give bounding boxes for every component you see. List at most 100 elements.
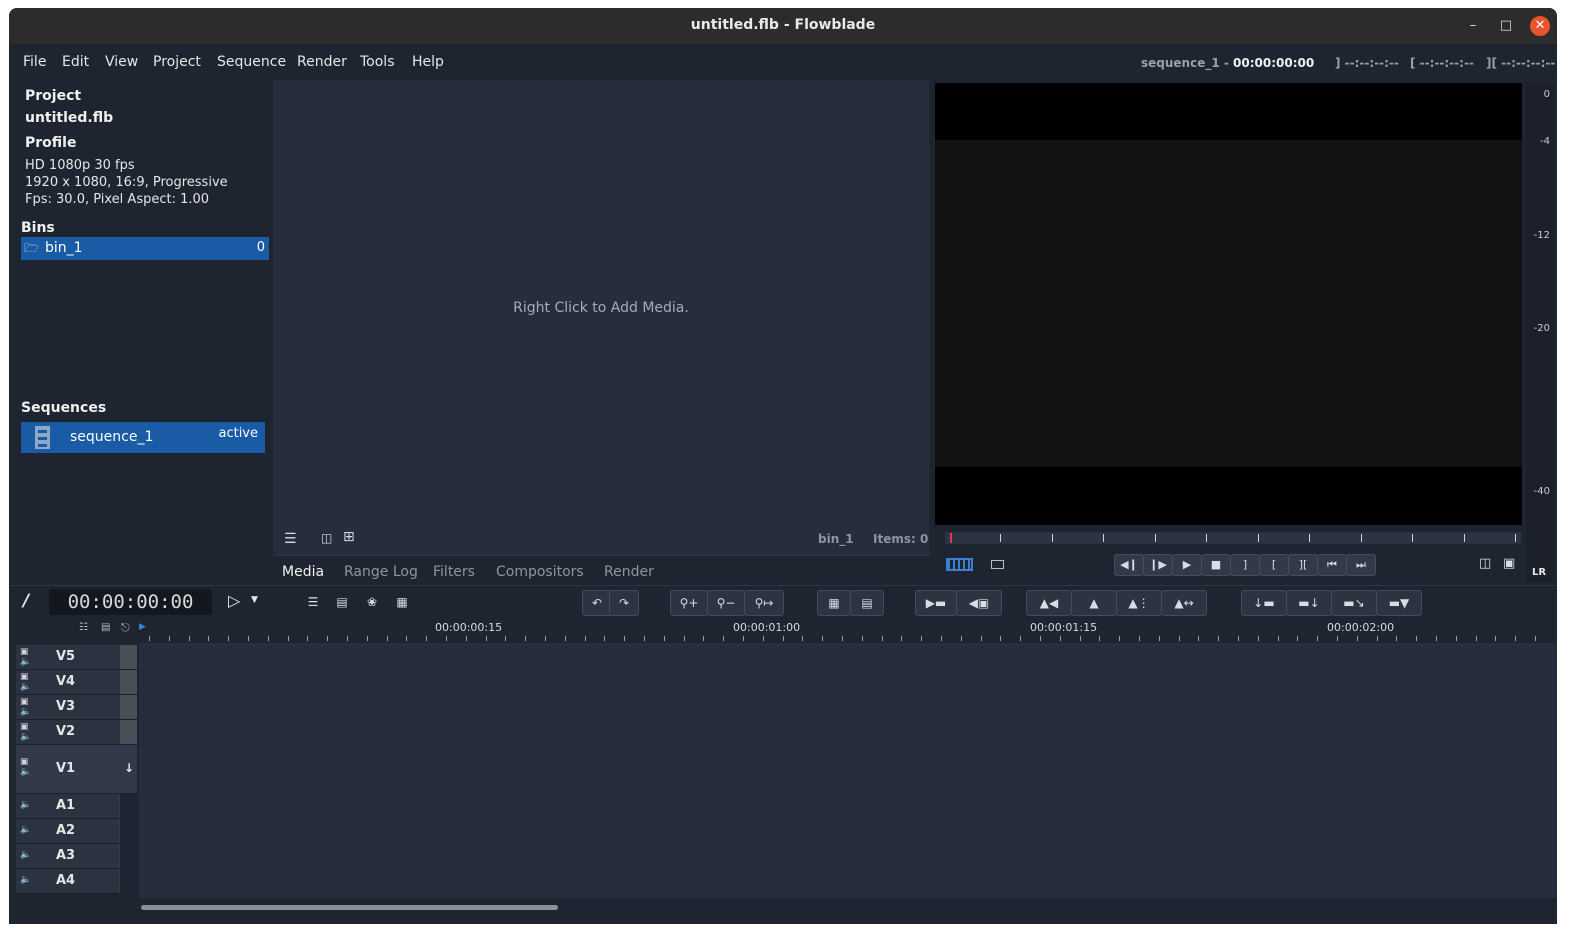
insert-icon[interactable]: ▲: [1071, 590, 1117, 616]
collapse-tracks-icon[interactable]: ▤: [101, 622, 110, 633]
clip-in-icon[interactable]: ↓▬: [1241, 590, 1287, 616]
step-back-icon[interactable]: ◀❙: [1114, 554, 1144, 576]
monitor-zoom-icon[interactable]: ▣: [1503, 556, 1515, 571]
menu-sequence[interactable]: Sequence: [217, 54, 286, 70]
track-lock[interactable]: [120, 645, 137, 669]
grid-view-icon[interactable]: ⊞: [343, 529, 355, 545]
go-to-start-icon[interactable]: ⏮: [1317, 554, 1347, 576]
layout-toggle-icon[interactable]: ◫: [1479, 556, 1491, 571]
expand-tracks-icon[interactable]: ☷: [79, 622, 88, 633]
mark-in-icon[interactable]: [: [1259, 554, 1289, 576]
ruler-playhead-icon[interactable]: ▶: [139, 622, 146, 632]
tab-compositors[interactable]: Compositors: [496, 564, 584, 580]
track-v4[interactable]: ▣ 🔈 V4: [16, 670, 137, 695]
lift-icon[interactable]: ▶▬: [915, 590, 957, 616]
track-a4[interactable]: 🔈 A4: [16, 869, 137, 894]
track-visibility-icon[interactable]: ▣ 🔈: [20, 647, 31, 667]
track-visibility-icon[interactable]: ▣ 🔈: [20, 757, 31, 777]
timeline-scrollbar[interactable]: [139, 898, 1557, 924]
lock-icon[interactable]: ⎋: [121, 621, 130, 635]
edit-mode-icon[interactable]: /: [23, 591, 29, 611]
clear-marks-icon[interactable]: ][: [1288, 554, 1318, 576]
bin-row[interactable]: 🗁 bin_1 0: [21, 237, 269, 260]
menu-view[interactable]: View: [105, 54, 138, 70]
media-panel[interactable]: Right Click to Add Media. ☰ ◫ ⊞ bin_1 It…: [273, 80, 929, 555]
play-icon[interactable]: ▶: [1172, 554, 1202, 576]
mark-out-icon[interactable]: ]: [1230, 554, 1260, 576]
track-visibility-icon[interactable]: ▣ 🔈: [20, 722, 31, 742]
overwrite-icon[interactable]: ▲⋮: [1116, 590, 1162, 616]
clip-monitor-icon[interactable]: [991, 560, 1004, 569]
effects-icon[interactable]: ❀: [360, 590, 384, 614]
maximize-button[interactable]: □: [1496, 16, 1516, 36]
monitor-scrubber[interactable]: [945, 532, 1521, 544]
sequence-row[interactable]: sequence_1 active: [21, 422, 265, 453]
speaker-icon[interactable]: 🔈: [20, 800, 31, 810]
clip-out-icon[interactable]: ▬↓: [1286, 590, 1332, 616]
track-lock[interactable]: [119, 819, 137, 843]
video-monitor[interactable]: [935, 83, 1522, 525]
timeline-monitor-icon[interactable]: [946, 558, 973, 571]
timeline-tracks-area[interactable]: [139, 643, 1557, 898]
tab-range-log[interactable]: Range Log: [344, 564, 418, 580]
menu-project[interactable]: Project: [153, 54, 201, 70]
hamburger-menu-icon[interactable]: ☰: [284, 531, 297, 547]
menu-help[interactable]: Help: [412, 54, 444, 70]
arrow-down-icon[interactable]: ↓: [124, 761, 134, 775]
columns-view-icon[interactable]: ◫: [321, 531, 332, 545]
append-icon[interactable]: ▲◀: [1026, 590, 1072, 616]
track-a2[interactable]: 🔈 A2: [16, 819, 137, 844]
timeline-timecode[interactable]: 00:00:00:00: [49, 589, 212, 615]
markers-icon[interactable]: ▦: [390, 590, 414, 614]
title-tool-icon[interactable]: ▤: [330, 590, 354, 614]
menu-render[interactable]: Render: [297, 54, 347, 70]
track-v5[interactable]: ▣ 🔈 V5: [16, 645, 137, 670]
zoom-out-icon[interactable]: ⚲−: [707, 590, 745, 616]
split-icon[interactable]: ▦: [817, 590, 851, 616]
speaker-icon[interactable]: 🔈: [20, 875, 31, 885]
track-visibility-icon[interactable]: ▣ 🔈: [20, 697, 31, 717]
zoom-in-icon[interactable]: ⚲+: [670, 590, 708, 616]
speaker-icon[interactable]: 🔈: [20, 825, 31, 835]
step-forward-icon[interactable]: ❙▶: [1143, 554, 1173, 576]
track-lock[interactable]: [119, 794, 137, 818]
chevron-down-icon[interactable]: ▼: [251, 595, 258, 605]
track-v3[interactable]: ▣ 🔈 V3: [16, 695, 137, 720]
go-to-end-icon[interactable]: ⏭: [1346, 554, 1376, 576]
tab-filters[interactable]: Filters: [433, 564, 475, 580]
track-v2[interactable]: ▣ 🔈 V2: [16, 720, 137, 745]
clip-drop-icon[interactable]: ▬▼: [1376, 590, 1422, 616]
track-lock[interactable]: [119, 869, 137, 893]
stop-icon[interactable]: ■: [1201, 554, 1231, 576]
timeline-ruler[interactable]: ▶ 00:00:00:15 00:00:01:00 00:00:01:15 00…: [139, 621, 1557, 643]
mixer-icon[interactable]: ☰: [301, 590, 325, 614]
playhead[interactable]: [950, 533, 952, 543]
speaker-icon[interactable]: 🔈: [20, 850, 31, 860]
close-button[interactable]: ✕: [1530, 16, 1550, 36]
clip-move-icon[interactable]: ▬↘: [1331, 590, 1377, 616]
track-a1[interactable]: 🔈 A1: [16, 794, 137, 819]
track-lock[interactable]: [120, 695, 137, 719]
track-lock[interactable]: [120, 670, 137, 694]
zoom-fit-icon[interactable]: ⚲↦: [744, 590, 784, 616]
tab-render[interactable]: Render: [604, 564, 654, 580]
track-visibility-icon[interactable]: ▣ 🔈: [20, 672, 31, 692]
menu-tools[interactable]: Tools: [360, 54, 395, 70]
pointer-tool-icon[interactable]: ▷: [228, 591, 240, 610]
overwrite-range-icon[interactable]: ▲↔: [1161, 590, 1207, 616]
menu-file[interactable]: File: [23, 54, 46, 70]
track-lock[interactable]: [120, 720, 137, 744]
redo-icon[interactable]: ↷: [609, 590, 639, 616]
tab-media[interactable]: Media: [282, 564, 324, 580]
track-lock[interactable]: [119, 844, 137, 868]
menu-edit[interactable]: Edit: [62, 54, 89, 70]
track-v1[interactable]: ▣ 🔈 V1 ↓: [16, 745, 137, 794]
sync-icon[interactable]: ▤: [850, 590, 884, 616]
minimize-button[interactable]: –: [1463, 16, 1483, 36]
undo-icon[interactable]: ↶: [582, 590, 612, 616]
track-a3[interactable]: 🔈 A3: [16, 844, 137, 869]
meter-label: -4: [1540, 136, 1550, 147]
scrollbar-thumb[interactable]: [141, 905, 558, 910]
media-footer: ☰ ◫ ⊞ bin_1 Items: 0: [273, 527, 929, 555]
delete-range-icon[interactable]: ◀▣: [956, 590, 1002, 616]
